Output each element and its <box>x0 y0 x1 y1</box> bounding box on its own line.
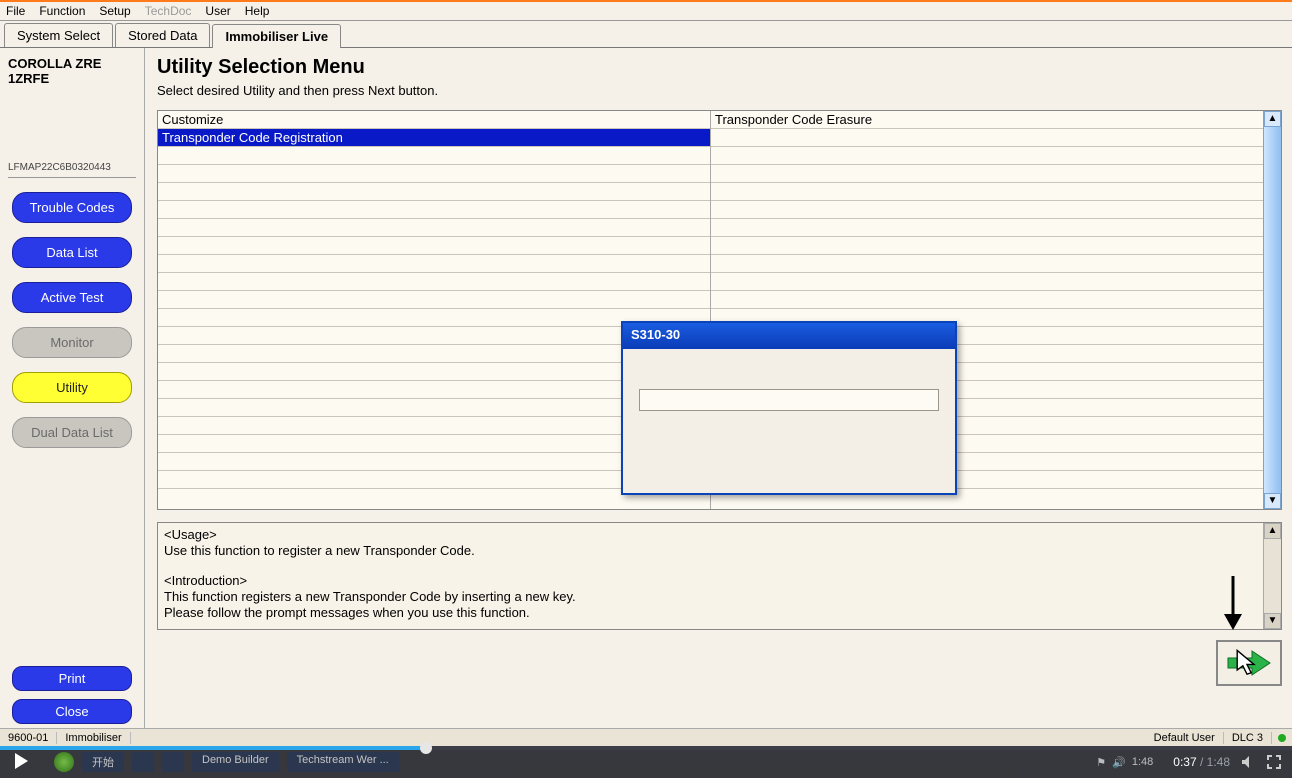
scroll-up-icon[interactable]: ▲ <box>1264 111 1281 127</box>
grid-cell-empty <box>158 273 710 291</box>
grid-cell-empty <box>158 147 710 165</box>
menu-bar: File Function Setup TechDoc User Help <box>0 2 1292 21</box>
tray-icon: ⚑ <box>1096 756 1106 769</box>
desc-usage-header: <Usage> <box>164 527 1257 543</box>
vehicle-vin: LFMAP22C6B0320443 <box>8 162 136 178</box>
dual-data-list-button: Dual Data List <box>12 417 132 448</box>
vehicle-line1: COROLLA ZRE <box>8 56 136 71</box>
tab-stored-data[interactable]: Stored Data <box>115 23 210 47</box>
video-time-current: 0:37 <box>1173 755 1196 769</box>
grid-cell-empty <box>711 273 1263 291</box>
print-button[interactable]: Print <box>12 666 132 691</box>
menu-user[interactable]: User <box>205 4 230 18</box>
video-time-total: 1:48 <box>1207 755 1230 769</box>
video-time: 0:37 / 1:48 <box>1173 755 1230 769</box>
grid-cell-empty <box>158 291 710 309</box>
status-bar: 9600-01 Immobiliser Default User DLC 3 <box>0 728 1292 746</box>
page-subtitle: Select desired Utility and then press Ne… <box>157 83 1282 98</box>
play-button[interactable] <box>12 752 30 773</box>
status-dlc: DLC 3 <box>1224 732 1272 744</box>
grid-cell-empty <box>158 237 710 255</box>
monitor-button: Monitor <box>12 327 132 358</box>
grid-cell-empty <box>711 165 1263 183</box>
tray-clock: 1:48 <box>1132 756 1153 769</box>
grid-cell-empty <box>711 219 1263 237</box>
menu-help[interactable]: Help <box>245 4 270 18</box>
grid-cell-empty <box>711 201 1263 219</box>
grid-cell-empty <box>711 147 1263 165</box>
active-test-button[interactable]: Active Test <box>12 282 132 313</box>
taskbar-item[interactable] <box>132 752 154 772</box>
tray-icon: 🔊 <box>1112 756 1126 769</box>
dialog-title: S310-30 <box>623 323 955 349</box>
desc-intro-text1: This function registers a new Transponde… <box>164 589 1257 605</box>
video-progress[interactable] <box>0 746 1292 750</box>
taskbar-item[interactable]: 开始 <box>82 752 124 772</box>
tab-immobiliser-live[interactable]: Immobiliser Live <box>212 24 341 48</box>
data-list-button[interactable]: Data List <box>12 237 132 268</box>
desc-intro-text2: Please follow the prompt messages when y… <box>164 605 1257 621</box>
description-text: <Usage> Use this function to register a … <box>158 523 1263 629</box>
trouble-codes-button[interactable]: Trouble Codes <box>12 192 132 223</box>
close-button[interactable]: Close <box>12 699 132 724</box>
status-indicator-icon <box>1278 734 1286 742</box>
description-scrollbar[interactable]: ▲ ▼ <box>1263 523 1281 629</box>
menu-setup[interactable]: Setup <box>99 4 130 18</box>
menu-function[interactable]: Function <box>39 4 85 18</box>
scroll-down-icon[interactable]: ▼ <box>1264 493 1281 509</box>
grid-cell-empty <box>711 291 1263 309</box>
taskbar-item[interactable] <box>162 752 184 772</box>
utility-button[interactable]: Utility <box>12 372 132 403</box>
menu-file[interactable]: File <box>6 4 25 18</box>
grid-scrollbar[interactable]: ▲ ▼ <box>1263 111 1281 509</box>
grid-cell-empty <box>158 255 710 273</box>
grid-cell-customize[interactable]: Customize <box>158 111 710 129</box>
grid-cell-empty <box>711 237 1263 255</box>
progress-dialog: S310-30 <box>621 321 957 495</box>
desc-usage-text: Use this function to register a new Tran… <box>164 543 1257 559</box>
taskbar-item[interactable]: Techstream Wer ... <box>287 752 399 772</box>
menu-techdoc: TechDoc <box>145 4 192 18</box>
volume-icon[interactable] <box>1240 754 1256 770</box>
page-title: Utility Selection Menu <box>157 56 1282 79</box>
video-progress-knob[interactable] <box>420 742 432 754</box>
next-button[interactable] <box>1216 640 1282 686</box>
status-code: 9600-01 <box>0 732 57 744</box>
main-panel: Utility Selection Menu Select desired Ut… <box>145 48 1292 736</box>
video-player-bar: 开始 Demo Builder Techstream Wer ... ⚑ 🔊 1… <box>0 746 1292 778</box>
start-orb-icon[interactable] <box>54 752 74 772</box>
grid-cell-empty <box>711 129 1263 147</box>
scroll-up-icon[interactable]: ▲ <box>1264 523 1281 539</box>
grid-cell-transponder-erase[interactable]: Transponder Code Erasure <box>711 111 1263 129</box>
vehicle-line2: 1ZRFE <box>8 71 136 86</box>
vehicle-name: COROLLA ZRE 1ZRFE <box>8 56 136 86</box>
progress-bar <box>639 389 939 411</box>
grid-cell-empty <box>158 201 710 219</box>
grid-cell-empty <box>158 219 710 237</box>
tab-row: System Select Stored Data Immobiliser Li… <box>0 21 1292 48</box>
fullscreen-icon[interactable] <box>1266 754 1282 770</box>
status-system: Immobiliser <box>57 732 130 744</box>
grid-cell-empty <box>158 165 710 183</box>
desc-intro-header: <Introduction> <box>164 573 1257 589</box>
sidebar: COROLLA ZRE 1ZRFE LFMAP22C6B0320443 Trou… <box>0 48 145 736</box>
system-tray: ⚑ 🔊 1:48 <box>1096 756 1153 769</box>
taskbar: 开始 Demo Builder Techstream Wer ... <box>54 752 399 772</box>
description-box: <Usage> Use this function to register a … <box>157 522 1282 630</box>
grid-cell-transponder-reg[interactable]: Transponder Code Registration <box>158 129 710 147</box>
grid-cell-empty <box>711 255 1263 273</box>
next-arrow-icon <box>1226 649 1272 677</box>
tab-system-select[interactable]: System Select <box>4 23 113 47</box>
scroll-down-icon[interactable]: ▼ <box>1264 613 1281 629</box>
taskbar-item[interactable]: Demo Builder <box>192 752 279 772</box>
grid-cell-empty <box>711 183 1263 201</box>
status-user: Default User <box>1146 732 1224 744</box>
grid-cell-empty <box>158 183 710 201</box>
